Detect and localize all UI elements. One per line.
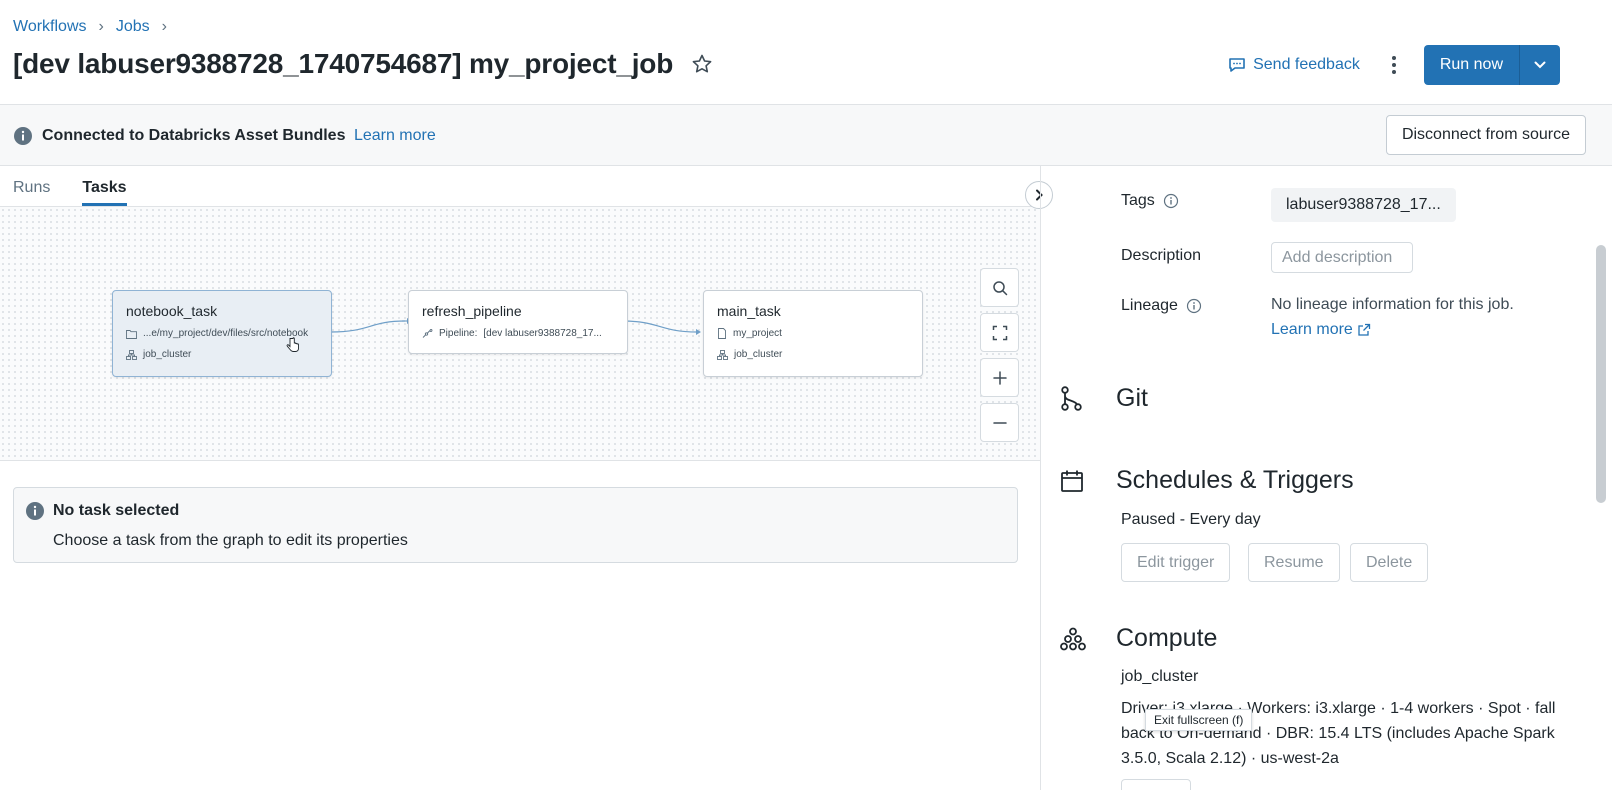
graph-node-notebook-task[interactable]: notebook_task ...e/my_project/dev/files/… bbox=[112, 290, 332, 377]
schedules-section-title: Schedules & Triggers bbox=[1116, 466, 1354, 494]
tags-label: Tags bbox=[1121, 192, 1155, 209]
node-title: notebook_task bbox=[126, 303, 218, 319]
file-icon bbox=[718, 328, 726, 339]
node-package: my_project bbox=[733, 328, 782, 339]
send-feedback-link[interactable]: Send feedback bbox=[1227, 55, 1360, 75]
banner-message: Connected to Databricks Asset Bundles bbox=[42, 127, 346, 144]
chevron-right-icon: › bbox=[161, 18, 167, 35]
folder-icon bbox=[126, 329, 137, 339]
external-link-icon bbox=[1358, 323, 1370, 336]
node-path: ...e/my_project/dev/files/src/notebook bbox=[143, 328, 309, 339]
compute-action-button[interactable] bbox=[1121, 779, 1191, 790]
header-actions: Send feedback Run now bbox=[1227, 45, 1560, 85]
git-section-title: Git bbox=[1116, 384, 1148, 412]
no-task-selected-notice: No task selected Choose a task from the … bbox=[13, 487, 1018, 563]
edit-trigger-button[interactable]: Edit trigger bbox=[1121, 543, 1231, 582]
node-pipeline-name: [dev labuser9388728_17... bbox=[483, 328, 602, 339]
resume-button[interactable]: Resume bbox=[1248, 543, 1340, 582]
send-feedback-label: Send feedback bbox=[1253, 56, 1360, 73]
panel-divider bbox=[1040, 166, 1041, 790]
canvas-search-icon[interactable] bbox=[980, 268, 1019, 307]
compute-section-title: Compute bbox=[1116, 624, 1218, 652]
info-outline-icon[interactable] bbox=[1186, 298, 1202, 314]
node-cluster-row: job_cluster bbox=[717, 349, 782, 360]
delete-button[interactable]: Delete bbox=[1350, 543, 1429, 582]
add-description-input[interactable]: Add description bbox=[1271, 242, 1413, 273]
info-outline-icon[interactable] bbox=[1163, 193, 1179, 209]
git-branch-icon bbox=[1060, 386, 1084, 417]
breadcrumb: Workflows › Jobs › bbox=[13, 18, 179, 36]
node-path-row: ...e/my_project/dev/files/src/notebook bbox=[126, 328, 308, 339]
node-title: main_task bbox=[717, 303, 781, 319]
fullscreen-icon[interactable] bbox=[980, 313, 1019, 352]
disconnect-from-source-button[interactable]: Disconnect from source bbox=[1385, 115, 1586, 155]
info-icon bbox=[13, 126, 33, 151]
cursor-hand-icon bbox=[286, 337, 299, 352]
description-label: Description bbox=[1121, 247, 1202, 264]
compute-cluster-name: job_cluster bbox=[1121, 668, 1199, 685]
star-icon[interactable] bbox=[690, 52, 714, 76]
run-now-button[interactable]: Run now bbox=[1423, 45, 1520, 85]
tab-runs[interactable]: Runs bbox=[13, 166, 50, 206]
graph-node-refresh-pipeline[interactable]: refresh_pipeline Pipeline: [dev labuser9… bbox=[408, 290, 628, 354]
compute-cluster-icon bbox=[1060, 627, 1086, 656]
lineage-text: No lineage information for this job. bbox=[1271, 296, 1514, 313]
pipeline-icon bbox=[422, 328, 433, 338]
node-package-row: my_project bbox=[717, 328, 782, 339]
no-task-title: No task selected bbox=[53, 502, 180, 519]
zoom-out-icon[interactable] bbox=[980, 403, 1019, 442]
node-title: refresh_pipeline bbox=[422, 303, 522, 319]
node-cluster: job_cluster bbox=[143, 349, 192, 360]
schedule-status: Paused - Every day bbox=[1121, 511, 1261, 528]
bundle-banner: Connected to Databricks Asset Bundles Le… bbox=[0, 105, 1612, 166]
node-cluster-row: job_cluster bbox=[126, 349, 191, 360]
cluster-icon bbox=[717, 349, 728, 360]
tags-label-row: Tags bbox=[1121, 192, 1179, 210]
breadcrumb-workflows[interactable]: Workflows bbox=[13, 18, 87, 36]
chevron-right-icon: › bbox=[98, 18, 104, 35]
banner-text: Connected to Databricks Asset Bundles Le… bbox=[42, 127, 436, 145]
run-now-group: Run now bbox=[1423, 45, 1560, 85]
lineage-label: Lineage bbox=[1121, 297, 1178, 314]
task-graph-canvas[interactable]: notebook_task ...e/my_project/dev/files/… bbox=[0, 207, 1041, 461]
banner-learn-more-link[interactable]: Learn more bbox=[354, 127, 436, 144]
tab-tasks[interactable]: Tasks bbox=[82, 166, 127, 206]
lineage-learn-more-link[interactable]: Learn more bbox=[1271, 321, 1371, 339]
lineage-label-row: Lineage bbox=[1121, 297, 1202, 315]
calendar-icon bbox=[1060, 469, 1084, 498]
breadcrumb-jobs[interactable]: Jobs bbox=[116, 18, 150, 36]
run-options-chevron-down-icon[interactable] bbox=[1520, 45, 1560, 85]
tag-chip[interactable]: labuser9388728_17... bbox=[1271, 188, 1456, 222]
page-title: [dev labuser9388728_1740754687] my_proje… bbox=[13, 48, 674, 79]
kebab-menu-icon[interactable] bbox=[1382, 53, 1406, 77]
node-pipeline-label: Pipeline: bbox=[439, 328, 478, 339]
info-icon bbox=[25, 501, 45, 526]
panel-scrollbar-thumb[interactable] bbox=[1596, 245, 1606, 503]
cluster-icon bbox=[126, 349, 137, 360]
lineage-learn-more-label: Learn more bbox=[1271, 321, 1353, 338]
no-task-description: Choose a task from the graph to edit its… bbox=[53, 532, 408, 549]
compute-description: Driver: i3.xlarge · Workers: i3.xlarge ·… bbox=[1121, 700, 1556, 767]
collapse-panel-chevron-right-icon[interactable] bbox=[1025, 181, 1053, 209]
tab-bar: Runs Tasks bbox=[13, 166, 159, 206]
node-cluster: job_cluster bbox=[734, 349, 783, 360]
speech-bubble-icon bbox=[1229, 58, 1245, 72]
exit-fullscreen-tooltip: Exit fullscreen (f) bbox=[1145, 709, 1253, 731]
zoom-in-icon[interactable] bbox=[980, 358, 1019, 397]
graph-node-main-task[interactable]: main_task my_project job_cluster bbox=[703, 290, 923, 377]
node-pipeline-row: Pipeline: [dev labuser9388728_17... bbox=[422, 328, 602, 339]
